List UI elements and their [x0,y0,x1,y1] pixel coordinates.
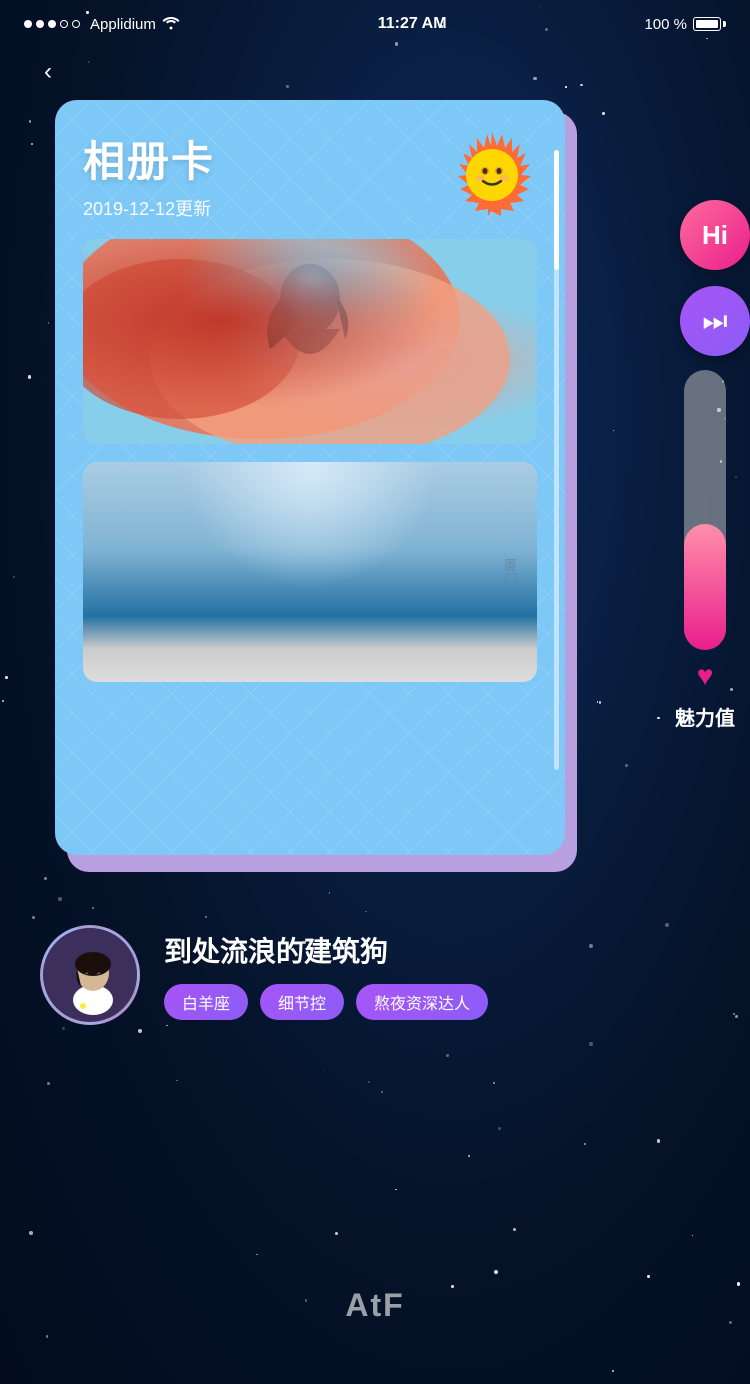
signal-dot-1 [24,20,32,28]
card-title-group: 相册卡 2019-12-12更新 [83,128,215,221]
charm-heart-icon: ♥ [697,660,714,692]
photo-item-2: 厦门 [83,462,537,682]
card-header: 相册卡 2019-12-12更新 [83,128,537,221]
signal-dot-5 [72,20,80,28]
hi-label: Hi [702,220,728,251]
profile-name: 到处流浪的建筑狗 [164,930,710,970]
card-title: 相册卡 [83,128,215,189]
signal-dot-3 [48,20,56,28]
photo-container: 厦门 [83,239,537,682]
battery-percent: 100 % [644,16,687,33]
card-scrollbar-thumb [554,150,559,270]
photo-couple: 厦门 [83,462,537,682]
play-button[interactable]: ⏭ [680,286,750,356]
battery-fill [696,20,718,28]
signal-dot-4 [60,20,68,28]
tag-detail[interactable]: 细节控 [260,984,344,1020]
signal-dots [24,20,80,28]
card-subtitle: 2019-12-12更新 [83,195,215,221]
status-time: 11:27 AM [378,15,447,33]
atf-text: AtF [345,1287,404,1324]
profile-tags: 白羊座 细节控 熬夜资深达人 [164,984,710,1020]
signal-dot-2 [36,20,44,28]
status-right: 100 % [644,16,726,33]
sun-icon [447,128,537,218]
battery-icon [693,17,726,31]
meter-track [684,370,726,650]
album-card: 相册卡 2019-12-12更新 [55,100,565,855]
tag-zodiac[interactable]: 白羊座 [164,984,248,1020]
meter-fill [684,524,726,650]
carrier-name: Applidium [90,16,156,33]
back-button[interactable]: ‹ [30,54,66,90]
status-bar: Applidium 11:27 AM 100 % [0,0,750,44]
battery-tip [723,21,726,27]
profile-section: 到处流浪的建筑狗 白羊座 细节控 熬夜资深达人 [0,885,750,1025]
main-content: 相册卡 2019-12-12更新 [0,90,750,855]
charm-meter: ♥ 魅力值 [675,370,735,731]
card-scrollbar[interactable] [554,150,559,770]
avatar [40,925,140,1025]
battery-body [693,17,721,31]
right-sidebar: Hi ⏭ [680,200,750,356]
tag-night[interactable]: 熬夜资深达人 [356,984,488,1020]
xiamen-label: 厦门 [500,558,519,586]
photo-item-1 [83,239,537,444]
back-chevron-icon: ‹ [44,60,52,84]
avatar-inner [43,928,137,1022]
profile-info: 到处流浪的建筑狗 白羊座 细节控 熬夜资深达人 [164,930,710,1020]
card-stack: 相册卡 2019-12-12更新 [55,100,575,855]
play-icon: ⏭ [702,305,727,338]
charm-label: 魅力值 [675,702,735,731]
photo-girl [83,239,537,444]
hi-button[interactable]: Hi [680,200,750,270]
status-left: Applidium [24,16,180,33]
wifi-icon [162,16,180,33]
